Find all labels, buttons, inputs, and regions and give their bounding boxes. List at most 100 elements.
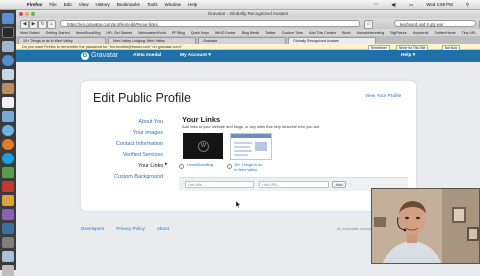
nav-your-links[interactable]: Your Links (81, 161, 163, 172)
menubar-status: ◠ ◀) ▭ Wed 4:59 PM ⚲ (374, 0, 476, 9)
link-label-wert-valley-2[interactable]: in Wert Valley (234, 168, 257, 173)
header-user-name[interactable]: Aleta Imedal (133, 52, 161, 60)
bookmark-item[interactable]: Most Visited (20, 31, 40, 35)
search-input[interactable]: keyboard and 8 qty wur (394, 20, 476, 27)
dock-app-icon[interactable] (2, 223, 14, 234)
thumbnail-header (231, 134, 271, 138)
tab-gravatar[interactable]: Gravatar (198, 37, 286, 44)
bookmark-item[interactable]: BigPicture (390, 31, 406, 35)
tab-strip: 10+ Things to do in Wert Valley Wert Val… (16, 36, 480, 44)
bookmark-item[interactable]: Twitter/Home (434, 31, 455, 35)
bookmark-item[interactable]: WebmasterWorld (138, 31, 166, 35)
battery-icon[interactable]: ▭ (409, 2, 413, 8)
window-title: Gravatar - Globally Recognized Avatars (207, 11, 289, 16)
dock-ichat-icon[interactable] (2, 69, 14, 80)
view-profile-link[interactable]: View Your Profile (365, 94, 401, 99)
dock-app-icon[interactable] (2, 237, 14, 248)
menu-file[interactable]: File (49, 2, 56, 7)
dock-ical-icon[interactable] (2, 97, 14, 108)
dock-mail-icon[interactable] (2, 41, 14, 52)
section-description: Add links to your website and blogs, or … (182, 124, 321, 129)
bookmark-item[interactable]: Tiny URL (462, 31, 477, 35)
volume-icon[interactable]: ◀) (391, 2, 396, 8)
dock-safari-icon[interactable] (2, 55, 14, 66)
add-link-button[interactable]: Add (332, 181, 346, 188)
nav-verified-services[interactable]: Verified Services (81, 150, 163, 161)
wifi-icon[interactable]: ◠ (374, 2, 378, 8)
thumbnail-line (234, 142, 252, 144)
gravatar-logo-icon[interactable]: G (81, 52, 89, 60)
link-radio-1[interactable] (179, 164, 184, 169)
bookmark-item[interactable]: Twitter (265, 31, 276, 35)
nav-active-arrow-icon: ▸ (165, 161, 168, 167)
bookmark-star-icon[interactable]: ☆ (364, 20, 373, 29)
clock[interactable]: Wed 4:59 PM (426, 2, 453, 7)
menu-firefox[interactable]: Firefox (27, 2, 42, 7)
dock-app-icon[interactable] (2, 251, 14, 262)
bookmark-item[interactable]: Add This Creator (309, 31, 336, 35)
dock-trash-icon[interactable] (2, 265, 14, 276)
bookmark-item[interactable]: HomeBuzzBlog (76, 31, 101, 35)
link-thumbnail-homebuzzblog[interactable]: W (183, 133, 223, 159)
menu-help[interactable]: Help (188, 2, 197, 7)
menu-view[interactable]: View (79, 2, 89, 7)
nav-contact-information[interactable]: Contact Information (81, 139, 163, 150)
dock-dashboard-icon[interactable] (2, 27, 14, 38)
link-label-homebuzzblog[interactable]: HomeBuzzBlog (187, 163, 213, 168)
bookmark-item[interactable]: AlmostInteresting (357, 31, 385, 35)
tab-gravatar-active[interactable]: Globally Recognized Avatars (288, 37, 376, 44)
footer-privacy-link[interactable]: Privacy Policy (116, 226, 145, 234)
dock-app-icon[interactable] (2, 209, 14, 220)
dock-app-icon[interactable] (2, 167, 14, 178)
menu-tools[interactable]: Tools (147, 2, 158, 7)
back-button[interactable]: ◀ (20, 20, 29, 29)
tab-wert-valley-things[interactable]: 10+ Things to do in Wert Valley (18, 37, 106, 44)
link-title-input[interactable]: Link title... (185, 181, 254, 188)
dock-app-icon[interactable] (2, 195, 14, 206)
gravatar-logo[interactable]: Gravatar (91, 51, 118, 61)
forward-button[interactable]: ▶ (29, 20, 38, 29)
footer-developers-link[interactable]: Developers (81, 226, 104, 234)
bookmark-item[interactable]: Blurb (342, 31, 350, 35)
link-label-wert-valley-1[interactable]: 10+ Things to do (234, 163, 262, 168)
webcam-video-overlay (371, 188, 480, 264)
bookmark-item[interactable]: Getting Started (46, 31, 70, 35)
spotlight-icon[interactable]: ⚲ (466, 2, 469, 8)
bookmark-item[interactable]: Keywords (413, 31, 429, 35)
home-button[interactable]: ⌂ (47, 20, 56, 29)
close-window-button[interactable] (19, 12, 23, 16)
dock-skype-icon[interactable] (2, 153, 14, 164)
menu-bookmarks[interactable]: Bookmarks (117, 2, 140, 7)
minimize-window-button[interactable] (25, 12, 29, 16)
tab-wert-valley-lodging[interactable]: Wert Valley Lodging: Wert Valley (108, 37, 196, 44)
bookmark-item[interactable]: WHIZ Footer (215, 31, 236, 35)
my-account-menu[interactable]: My Account ▾ (180, 52, 211, 60)
menu-history[interactable]: History (96, 2, 110, 7)
dock-firefox-icon[interactable] (2, 139, 14, 150)
bookmark-item[interactable]: Blog Wedd (242, 31, 260, 35)
dock-finder-icon[interactable] (2, 13, 14, 24)
bookmark-item[interactable]: PP Blog (172, 31, 185, 35)
link-thumbnail-wert-valley[interactable] (230, 133, 272, 160)
menu-window[interactable]: Window (165, 2, 181, 7)
nav-about-you[interactable]: About You (81, 117, 163, 128)
menu-edit[interactable]: Edit (64, 2, 72, 7)
dock-preview-icon[interactable] (2, 111, 14, 122)
link-url-input[interactable]: Link URL... (259, 181, 329, 188)
window-controls (19, 12, 35, 16)
dock-app-icon[interactable] (2, 181, 14, 192)
bookmark-item[interactable]: Custom Tube (282, 31, 303, 35)
url-bar[interactable]: https://en.gravatar.com/profiles/edit/#y… (60, 20, 360, 27)
reload-button[interactable]: ↻ (38, 20, 47, 29)
bookmark-item[interactable]: HR- Get Started (106, 31, 132, 35)
thumbnail-line (234, 150, 252, 152)
nav-custom-background[interactable]: Custom Background (81, 172, 163, 183)
dock-itunes-icon[interactable] (2, 125, 14, 136)
link-radio-2[interactable] (227, 164, 232, 169)
nav-your-images[interactable]: Your Images (81, 128, 163, 139)
footer-about-link[interactable]: About (157, 226, 169, 234)
help-menu[interactable]: Help ▾ (401, 52, 415, 60)
zoom-window-button[interactable] (31, 12, 35, 16)
dock-addressbook-icon[interactable] (2, 83, 14, 94)
bookmark-item[interactable]: Quick Keys (191, 31, 209, 35)
